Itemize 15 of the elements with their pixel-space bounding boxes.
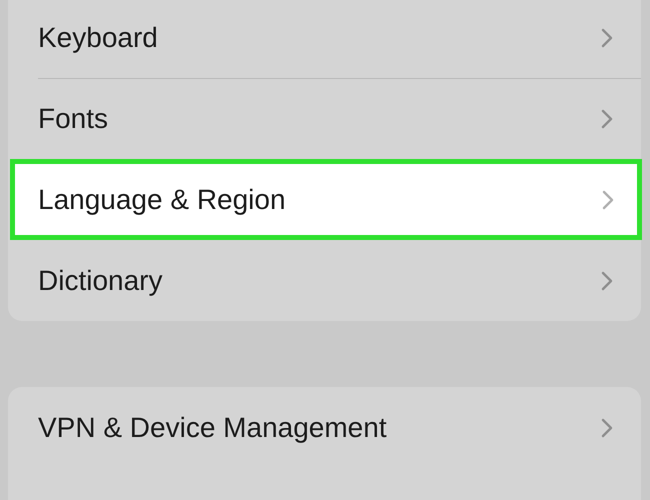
row-label: Dictionary — [38, 264, 162, 296]
chevron-icon — [602, 190, 614, 210]
chevron-icon — [601, 418, 613, 438]
settings-row[interactable]: Dictionary — [8, 240, 641, 321]
row-label: VPN & Device Management — [38, 412, 387, 444]
chevron-icon — [601, 28, 613, 48]
settings-row[interactable]: Keyboard — [8, 0, 641, 78]
row-label: Language & Region — [38, 184, 286, 216]
settings-row[interactable]: Fonts — [8, 78, 641, 159]
row-label: Fonts — [38, 102, 108, 134]
settings-row[interactable]: Language & Region — [10, 159, 642, 240]
row-label: Keyboard — [38, 22, 158, 54]
settings-row[interactable]: VPN & Device Management — [8, 387, 641, 468]
chevron-icon — [601, 270, 613, 290]
chevron-icon — [601, 108, 613, 128]
